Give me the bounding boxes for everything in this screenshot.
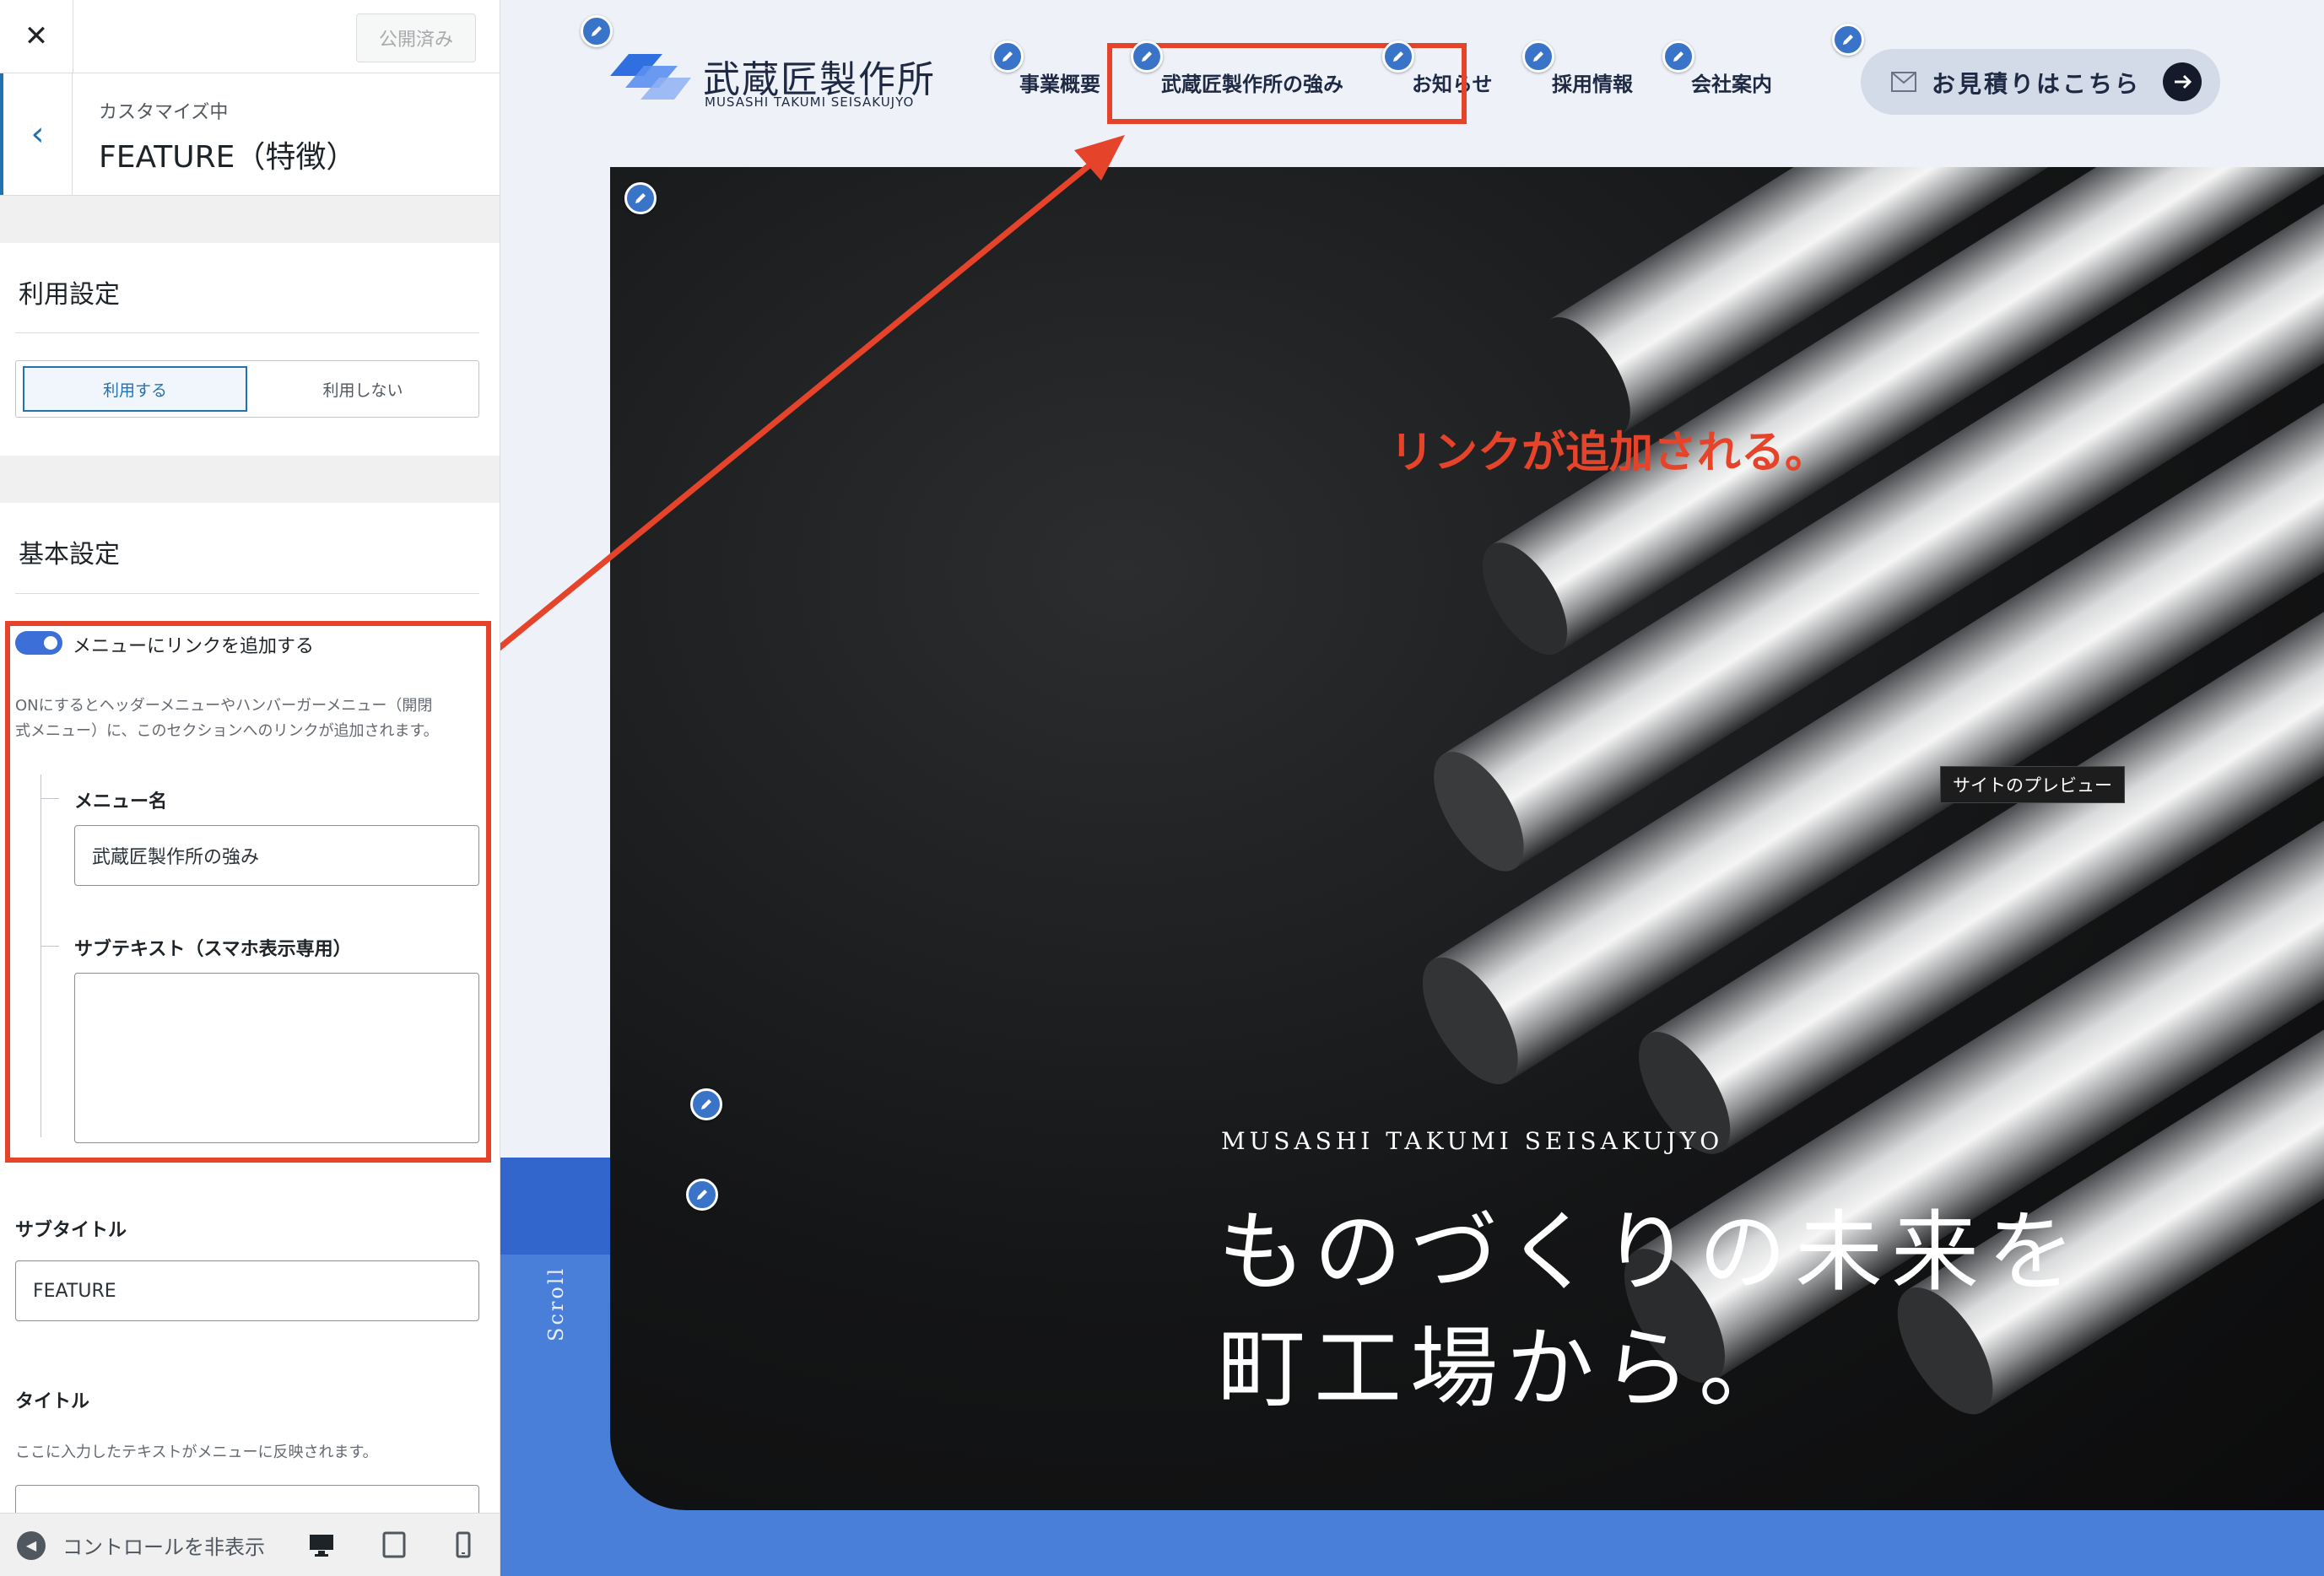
hide-controls-button[interactable]: ◀ コントロールを非表示 — [17, 1530, 265, 1560]
title-field-desc: ここに入力したテキストがメニューに反映されます。 — [15, 1444, 378, 1461]
edit-nav-pencil-icon[interactable] — [1382, 40, 1414, 73]
edit-logo-pencil-icon[interactable] — [581, 15, 613, 47]
chevron-left-icon: ‹ — [30, 115, 45, 154]
edit-nav-pencil-icon[interactable] — [1131, 40, 1163, 73]
usage-on-button[interactable]: 利用する — [23, 366, 247, 412]
edit-nav-pencil-icon[interactable] — [1522, 40, 1554, 73]
customizer-sidebar: ✕ 公開済み ‹ カスタマイズ中 FEATURE（特徴） 利用設定 利用する 利… — [0, 0, 500, 1576]
sidebar-footer: ◀ コントロールを非表示 — [0, 1513, 500, 1576]
annotation-text: リンクが追加される。 — [1390, 428, 1829, 478]
section-title: FEATURE（特徴） — [99, 140, 357, 175]
subtitle-label: サブタイトル — [15, 1220, 127, 1241]
sidebar-topbar: ✕ 公開済み — [0, 0, 500, 73]
close-icon: ✕ — [24, 19, 49, 53]
highlight-box-settings — [5, 621, 491, 1163]
subtitle-input[interactable]: FEATURE — [15, 1260, 479, 1321]
usage-toggle-group: 利用する 利用しない — [15, 360, 479, 418]
edit-cta-pencil-icon[interactable] — [1832, 24, 1864, 56]
desktop-icon[interactable] — [307, 1530, 336, 1559]
edit-title-pencil-icon[interactable] — [686, 1179, 718, 1211]
divider — [15, 593, 479, 594]
edit-nav-pencil-icon[interactable] — [1662, 40, 1694, 73]
hero-title-line2: 町工場から。 — [1218, 1317, 1796, 1420]
edit-hero-pencil-icon[interactable] — [624, 182, 657, 214]
hide-controls-label: コントロールを非表示 — [62, 1536, 265, 1559]
divider — [15, 332, 479, 333]
back-button[interactable]: ‹ — [0, 73, 73, 195]
edit-nav-pencil-icon[interactable] — [992, 40, 1024, 73]
hero-title-line1: ものづくりの未来を — [1218, 1201, 2084, 1303]
usage-heading: 利用設定 — [19, 280, 120, 310]
section-header: ‹ カスタマイズ中 FEATURE（特徴） — [0, 73, 500, 196]
tablet-icon[interactable] — [380, 1530, 408, 1559]
breadcrumb: カスタマイズ中 — [99, 102, 229, 123]
preview-tooltip: サイトのプレビュー — [1940, 766, 2125, 803]
hero-subtitle: MUSASHI TAKUMI SEISAKUJYO — [1221, 1127, 1724, 1155]
title-field-label: タイトル — [15, 1391, 90, 1412]
mobile-icon[interactable] — [449, 1530, 478, 1559]
site-preview: Scroll 武蔵匠製作所 MUSASHI TAKUMI SEISAKUJYO … — [500, 0, 2324, 1576]
publish-button[interactable]: 公開済み — [356, 13, 476, 62]
basic-heading: 基本設定 — [19, 540, 120, 569]
usage-off-button[interactable]: 利用しない — [251, 366, 475, 412]
edit-subtitle-pencil-icon[interactable] — [690, 1088, 722, 1120]
collapse-icon: ◀ — [17, 1530, 46, 1560]
close-customizer-button[interactable]: ✕ — [0, 0, 73, 73]
